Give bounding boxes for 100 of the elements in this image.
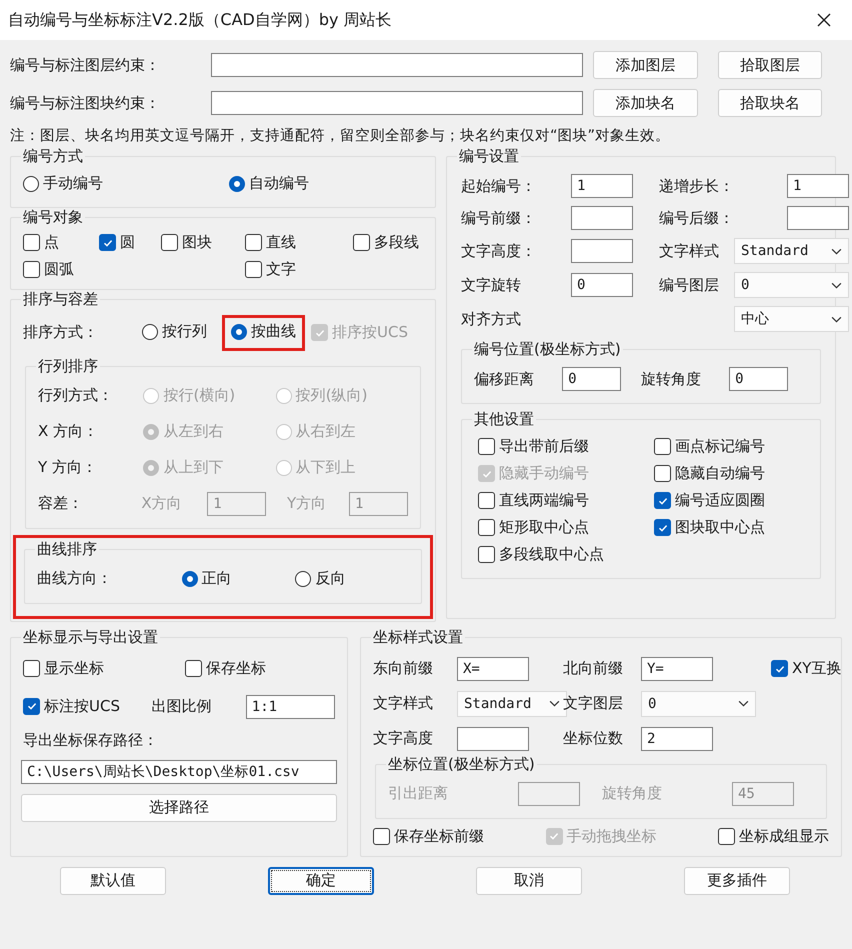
field-label: 排序方式： — [23, 323, 99, 342]
text-field[interactable] — [211, 91, 584, 115]
text-field[interactable] — [787, 206, 849, 230]
push-button[interactable]: 拾取块名 — [718, 89, 822, 117]
text-field[interactable]: 1:1 — [246, 694, 336, 718]
close-icon[interactable] — [816, 12, 832, 28]
group-title: 其他设置 — [473, 410, 535, 429]
field-label: 递增步长： — [658, 176, 734, 196]
window-title: 自动编号与坐标标注V2.2版（CAD自学网）by 周站长 — [8, 10, 392, 30]
checkbox-option[interactable]: 导出带前后缀 — [478, 437, 654, 456]
group-title: 坐标位置(极坐标方式) — [387, 754, 536, 774]
text-field[interactable]: X= — [457, 656, 529, 680]
chevron-down-icon — [831, 316, 842, 322]
field-label: 编号与标注图层约束： — [10, 56, 161, 74]
chevron-down-icon — [831, 248, 842, 254]
field-label: 导出坐标保存路径： — [22, 730, 159, 750]
checkbox-option[interactable]: 图块取中心点 — [654, 518, 824, 537]
text-field[interactable]: 0 — [571, 273, 633, 297]
field-label: 编号前缀： — [461, 208, 537, 228]
radio-option[interactable]: 按曲线 — [231, 322, 296, 341]
text-field[interactable]: 2 — [641, 726, 713, 750]
field-label: Y 方向： — [38, 458, 98, 477]
field-label: 引出距离 — [388, 784, 449, 803]
text-field[interactable]: 0 — [562, 367, 621, 391]
chevron-down-icon — [831, 282, 842, 288]
checkbox-option[interactable]: XY互换 — [771, 659, 842, 678]
field-label: X方向 — [141, 494, 183, 513]
dialog-button[interactable]: 更多插件 — [684, 866, 790, 894]
field-label: 编号图层 — [658, 276, 720, 294]
checkbox-option[interactable]: 编号适应圆圈 — [654, 491, 824, 510]
text-field[interactable]: Y= — [641, 656, 713, 680]
checkbox-option[interactable]: 矩形取中心点 — [478, 518, 654, 537]
radio-option[interactable]: 反向 — [295, 569, 346, 588]
field-label: X 方向： — [38, 422, 100, 441]
text-field[interactable]: 1 — [787, 174, 849, 198]
field-label: 坐标位数 — [562, 729, 624, 748]
checkbox-option[interactable]: 隐藏自动编号 — [654, 464, 824, 483]
dialog-button[interactable]: 取消 — [476, 866, 582, 894]
field-label: 编号后缀： — [658, 208, 734, 228]
text-field[interactable]: C:\Users\周站长\Desktop\坐标01.csv — [21, 760, 337, 784]
note-text: 注：图层、块名均用英文逗号隔开，支持通配符，留空则全部参与；块名约束仅对“图块”对象生效。 — [10, 126, 672, 145]
push-button[interactable]: 拾取图层 — [718, 51, 822, 79]
checkbox-option[interactable]: 坐标成组显示 — [718, 826, 829, 846]
field-label: 旋转角度 — [641, 370, 702, 388]
dropdown[interactable]: 0 — [641, 690, 756, 716]
group-title: 行列排序 — [37, 356, 99, 376]
field-label: 曲线方向： — [37, 569, 113, 588]
field-label: 容差： — [38, 494, 84, 513]
checkbox-option[interactable]: 直线 — [245, 233, 353, 252]
group-title: 编号设置 — [458, 147, 520, 166]
checkbox-option[interactable]: 直线两端编号 — [478, 491, 654, 510]
dialog-button[interactable]: 确定 — [268, 866, 374, 894]
group-title: 坐标样式设置 — [372, 628, 464, 646]
text-field[interactable]: 1 — [571, 174, 633, 198]
radio-option[interactable]: 手动编号 — [23, 174, 229, 193]
text-field[interactable] — [571, 206, 633, 230]
dropdown[interactable]: Standard — [734, 238, 849, 264]
field-label: 行列方式： — [38, 386, 114, 405]
push-button[interactable]: 添加图层 — [593, 51, 698, 79]
checkbox-option[interactable]: 圆 — [99, 233, 161, 252]
text-field[interactable] — [211, 53, 584, 77]
dialog-button[interactable]: 默认值 — [60, 866, 166, 894]
text-field[interactable] — [571, 239, 633, 263]
checkbox-option[interactable]: 标注按UCS — [23, 696, 120, 716]
group-title: 编号对象 — [22, 208, 84, 227]
field-label: 对齐方式 — [461, 310, 522, 328]
field-label: 东向前缀 — [373, 659, 434, 678]
dropdown[interactable]: 中心 — [734, 306, 849, 332]
push-button[interactable]: 添加块名 — [593, 89, 698, 117]
field-label: 北向前缀 — [562, 659, 624, 678]
text-field[interactable] — [457, 726, 529, 750]
field-label: 文字样式 — [373, 694, 434, 713]
checkbox-option[interactable]: 点 — [23, 233, 99, 252]
choose-path-button[interactable]: 选择路径 — [21, 794, 337, 822]
group-title: 排序与容差 — [22, 290, 99, 309]
group-title: 曲线排序 — [36, 540, 98, 558]
text-field[interactable]: 0 — [729, 367, 788, 391]
checkbox-option[interactable]: 显示坐标 — [23, 659, 185, 678]
checkbox-option[interactable]: 文字 — [245, 260, 353, 279]
checkbox-option[interactable]: 保存坐标 — [185, 659, 335, 678]
field-label: 文字高度 — [373, 729, 434, 748]
field-label: 旋转角度 — [602, 784, 663, 803]
group-title: 坐标显示与导出设置 — [22, 628, 159, 646]
radio-option[interactable]: 自动编号 — [229, 174, 435, 193]
dropdown[interactable]: 0 — [734, 272, 849, 298]
group-title: 编号方式 — [22, 147, 84, 166]
chevron-down-icon — [738, 700, 749, 707]
radio-option[interactable]: 正向 — [182, 569, 232, 588]
group-title: 编号位置(极坐标方式) — [473, 340, 622, 359]
field-label: 出图比例 — [152, 697, 213, 716]
checkbox-option[interactable]: 画点标记编号 — [654, 437, 824, 456]
checkbox-option[interactable]: 圆弧 — [23, 260, 99, 279]
field-label: 编号与标注图块约束： — [10, 94, 161, 112]
checkbox-option[interactable]: 图块 — [161, 233, 245, 252]
field-label: 起始编号： — [461, 176, 537, 196]
field-label: 文字高度： — [461, 242, 537, 260]
radio-option[interactable]: 按行列 — [142, 322, 207, 341]
checkbox-option[interactable]: 保存坐标前缀 — [373, 826, 484, 846]
checkbox-option[interactable]: 多段线 — [353, 233, 423, 252]
checkbox-option[interactable]: 多段线取中心点 — [478, 545, 654, 564]
